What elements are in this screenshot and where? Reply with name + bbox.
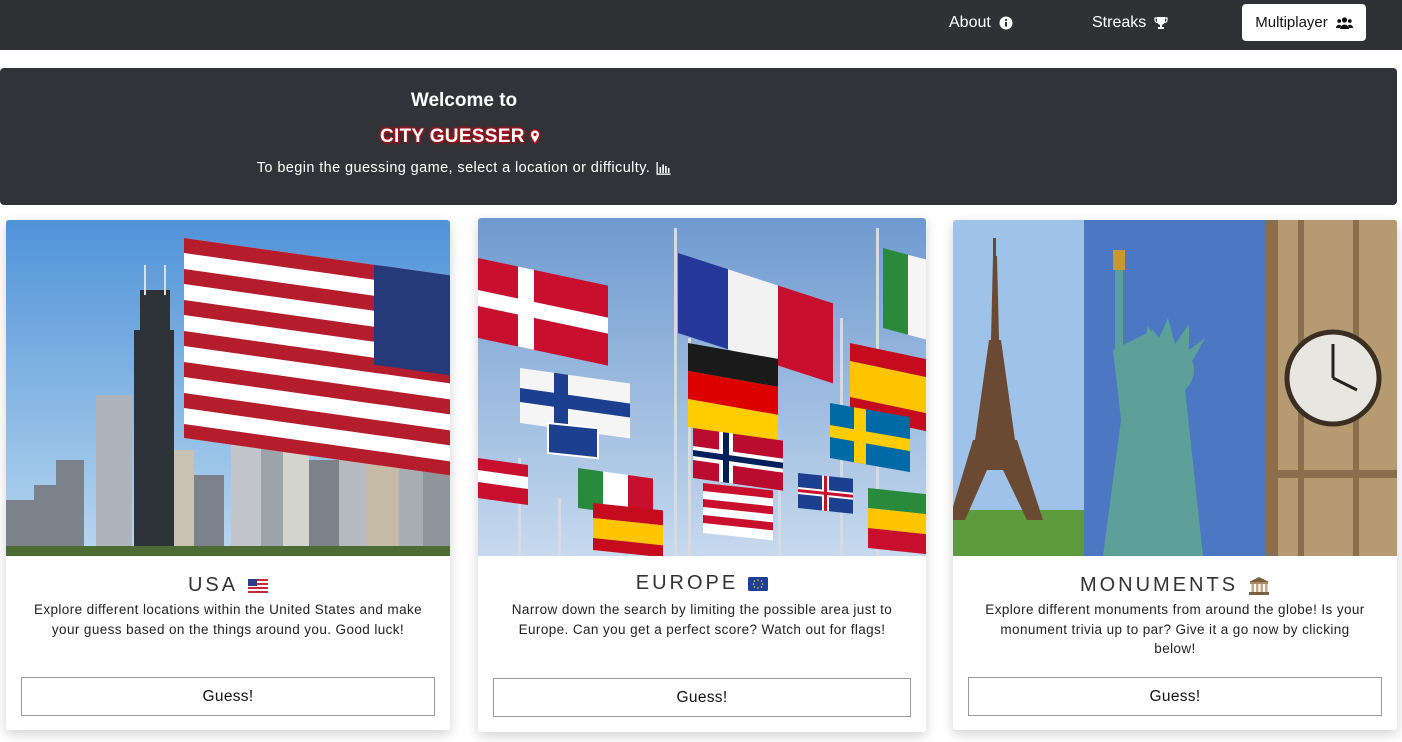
map-marker-icon (529, 129, 541, 145)
usa-card: USA Explore different locations within t… (6, 220, 450, 730)
top-navbar: About Streaks Multiplayer (0, 0, 1402, 50)
brand-name: CITY GUESSER (380, 126, 525, 147)
usa-card-description: Explore different locations within the U… (33, 602, 423, 637)
europe-guess-button[interactable]: Guess! (493, 678, 911, 717)
eu-flag-icon (748, 576, 769, 591)
monuments-card-image (953, 220, 1397, 556)
bar-chart-icon (656, 161, 671, 175)
multiplayer-label: Multiplayer (1255, 14, 1328, 31)
usa-card-image (6, 220, 450, 556)
usa-guess-button[interactable]: Guess! (21, 677, 435, 716)
nav-streaks-link[interactable]: Streaks (1092, 12, 1168, 34)
europe-card-title: EUROPE (478, 572, 926, 595)
europe-card-image (478, 218, 926, 556)
usa-card-title: USA (6, 574, 450, 597)
classical-building-icon (1249, 576, 1270, 595)
monuments-card: MONUMENTS Explore different monuments fr… (953, 220, 1397, 730)
welcome-banner: Welcome to CITY GUESSER To begin the gue… (0, 68, 1397, 205)
nav-streaks-label: Streaks (1092, 14, 1147, 31)
europe-title-text: EUROPE (635, 572, 739, 594)
nav-about-link[interactable]: About (949, 12, 1013, 34)
us-flag-icon (248, 578, 269, 593)
multiplayer-button[interactable]: Multiplayer (1241, 3, 1367, 42)
monuments-title-text: MONUMENTS (1079, 574, 1239, 596)
trophy-icon (1154, 17, 1168, 29)
users-icon (1335, 16, 1353, 29)
info-circle-icon (999, 16, 1013, 30)
monuments-card-description: Explore different monuments from around … (985, 602, 1365, 656)
europe-card: EUROPE Narrow down the search by limitin… (478, 218, 926, 732)
nav-about-label: About (949, 14, 991, 31)
europe-card-description: Narrow down the search by limiting the p… (511, 602, 893, 637)
subtitle-text: To begin the guessing game, select a loc… (256, 160, 651, 176)
monuments-card-title: MONUMENTS (953, 574, 1397, 597)
welcome-heading: Welcome to (410, 90, 518, 111)
brand-title: CITY GUESSER (380, 125, 542, 149)
monuments-guess-button[interactable]: Guess! (968, 677, 1382, 716)
welcome-subtitle: To begin the guessing game, select a loc… (0, 160, 928, 176)
usa-title-text: USA (187, 574, 239, 596)
